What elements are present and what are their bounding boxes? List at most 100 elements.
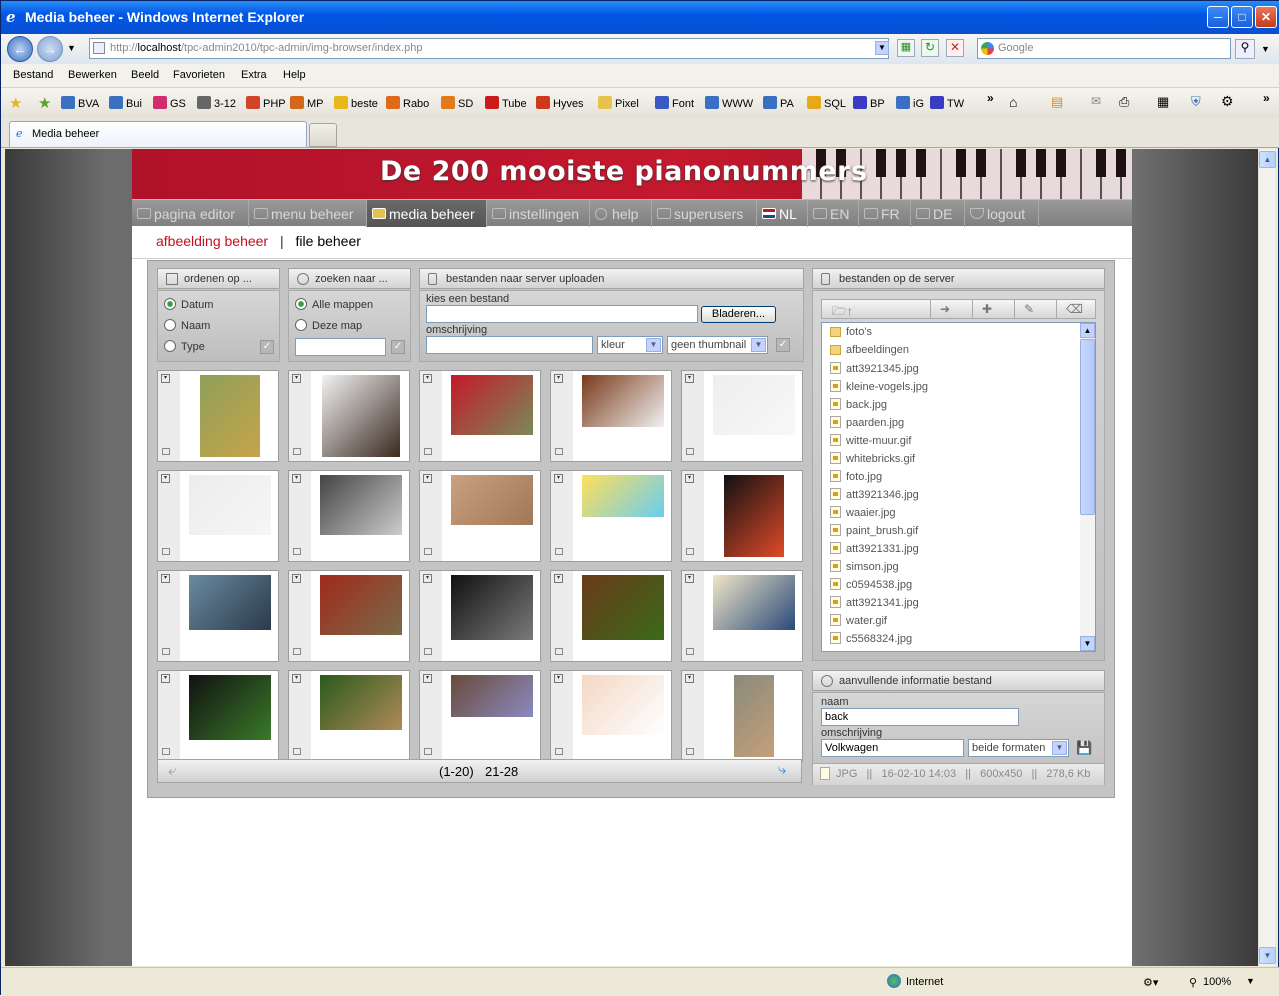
favorite-link-php[interactable]: PHP [246, 96, 286, 110]
file-item[interactable]: back.jpg [830, 398, 887, 416]
file-item[interactable]: water.gif [830, 614, 887, 632]
info-name-input[interactable]: back [821, 708, 1019, 726]
file-item[interactable]: att3921331.jpg [830, 542, 919, 560]
thumbnail-toggle-icon[interactable]: ▾ [423, 374, 432, 383]
favorite-link-bva[interactable]: BVA [61, 96, 99, 110]
favorite-link-3-12[interactable]: 3-12 [197, 96, 236, 110]
close-button[interactable]: ✕ [1255, 6, 1277, 28]
order-apply-check-icon[interactable]: ✓ [260, 340, 274, 354]
menu-bewerken[interactable]: Bewerken [68, 69, 117, 81]
file-item[interactable]: c5568324.jpg [830, 632, 912, 650]
nav-logout[interactable]: logout [965, 200, 1039, 227]
menu-bestand[interactable]: Bestand [13, 69, 53, 81]
minimize-button[interactable]: ─ [1207, 6, 1229, 28]
thumbnail-card[interactable]: ▾ [550, 470, 672, 562]
file-item[interactable]: whitebricks.gif [830, 452, 915, 470]
order-datum-radio[interactable]: Datum [164, 298, 213, 311]
favorite-link-sd[interactable]: SD [441, 96, 473, 110]
thumbnail-image-paint-brush[interactable] [724, 475, 784, 557]
thumbnail-toggle-icon[interactable]: ▾ [554, 474, 563, 483]
add-favorite-icon[interactable]: ★ [38, 94, 51, 112]
thumbnail-toggle-icon[interactable]: ▾ [554, 574, 563, 583]
upload-desc-input[interactable] [426, 336, 593, 354]
thumbnail-toggle-icon[interactable]: ▾ [161, 674, 170, 683]
page-scroll-up-icon[interactable]: ▲ [1259, 151, 1276, 168]
favorite-link-mp[interactable]: MP [290, 96, 324, 110]
save-disk-icon[interactable]: 💾 [1076, 740, 1092, 756]
file-item[interactable]: att3921341.jpg [830, 596, 919, 614]
subnav-file-beheer[interactable]: file beheer [296, 233, 361, 249]
next-page-arrow-icon[interactable]: ⤷ [778, 761, 786, 778]
file-item[interactable]: paarden.jpg [830, 416, 904, 434]
thumbnail-toggle-icon[interactable]: ▾ [161, 574, 170, 583]
search-input[interactable]: Google [977, 38, 1231, 59]
thumbnail-toggle-icon[interactable]: ▾ [292, 474, 301, 483]
file-item[interactable]: kleine-vogels.jpg [830, 380, 928, 398]
delete-icon[interactable]: ⌫ [1066, 302, 1083, 316]
thumbnail-card[interactable]: ▾ [157, 370, 279, 462]
file-item[interactable]: c0594538.jpg [830, 578, 912, 596]
menu-extra[interactable]: Extra [241, 69, 267, 81]
thumbnail-image-baby[interactable] [582, 675, 664, 735]
favorite-link-tw[interactable]: TW [930, 96, 964, 110]
favorite-link-bp[interactable]: BP [853, 96, 885, 110]
folder-item[interactable]: afbeeldingen [830, 344, 909, 362]
mail-icon[interactable]: ✉ [1091, 94, 1101, 108]
zoom-dropdown-icon[interactable]: ▼ [1246, 976, 1255, 986]
favorite-link-beste[interactable]: beste [334, 96, 378, 110]
search-apply-check-icon[interactable]: ✓ [391, 340, 405, 354]
favorite-link-ig[interactable]: iG [896, 96, 924, 110]
thumbnail-card[interactable]: ▾ [288, 470, 410, 562]
new-folder-icon[interactable]: ✚ [982, 302, 992, 316]
favorite-link-www[interactable]: WWW [705, 96, 753, 110]
address-input[interactable]: http://localhost/tpc-admin2010/tpc-admin… [89, 38, 889, 59]
favorites-star-icon[interactable]: ★ [9, 94, 22, 112]
info-desc-input[interactable]: Volkwagen [821, 739, 964, 757]
thumbnail-card[interactable]: ▾ [419, 670, 541, 762]
thumbnail-card[interactable]: ▾ [419, 570, 541, 662]
nav-menu-beheer[interactable]: menu beheer [249, 200, 367, 227]
thumbnail-card[interactable]: ▾ [550, 370, 672, 462]
history-dropdown-icon[interactable]: ▼ [67, 43, 76, 53]
thumbnail-toggle-icon[interactable]: ▾ [685, 374, 694, 383]
search-term-input[interactable] [295, 338, 386, 356]
page-menu-icon[interactable]: ▦ [1157, 94, 1169, 110]
file-item[interactable]: witte-muur.gif [830, 434, 911, 452]
nav-pagina-editor[interactable]: pagina editor [132, 200, 249, 227]
menu-favorieten[interactable]: Favorieten [173, 69, 225, 81]
tab-media-beheer[interactable]: e Media beheer [9, 121, 307, 147]
thumbnail-card[interactable]: ▾ [550, 670, 672, 762]
thumbnail-image-politicians[interactable] [451, 575, 533, 640]
file-item[interactable]: foto.jpg [830, 470, 882, 488]
nav-nl[interactable]: NL [757, 200, 808, 227]
thumbnail-card[interactable]: ▾ [288, 570, 410, 662]
thumbnail-toggle-icon[interactable]: ▾ [423, 574, 432, 583]
thumbnail-image-desert[interactable] [451, 475, 533, 525]
file-item[interactable]: paint_brush.gif [830, 524, 918, 542]
thumbnail-toggle-icon[interactable]: ▾ [423, 474, 432, 483]
thumbnail-image-wood-pile[interactable] [320, 675, 402, 730]
subnav-afbeelding-beheer[interactable]: afbeelding beheer [156, 233, 268, 249]
thumbnail-card[interactable]: ▾ [157, 570, 279, 662]
favorite-link-gs[interactable]: GS [153, 96, 186, 110]
thumbnail-toggle-icon[interactable]: ▾ [161, 474, 170, 483]
pager-next-link[interactable]: 21-28 [485, 764, 518, 779]
print-icon[interactable]: ⎙ [1119, 94, 1129, 110]
thumbnail-card[interactable]: ▾ [550, 570, 672, 662]
search-all-folders-radio[interactable]: Alle mappen [295, 298, 373, 311]
move-file-icon[interactable]: ➜ [940, 302, 950, 316]
nav-help[interactable]: help [590, 200, 652, 227]
menu-beeld[interactable]: Beeld [131, 69, 159, 81]
thumbnail-image-color-fan[interactable] [582, 475, 664, 517]
favorite-link-pa[interactable]: PA [763, 96, 794, 110]
compat-view-icon[interactable]: ▦ [897, 39, 915, 57]
thumbnail-select[interactable]: geen thumbnail ▼ [667, 336, 768, 354]
thumbnail-toggle-icon[interactable]: ▾ [554, 374, 563, 383]
nav-instellingen[interactable]: instellingen [487, 200, 590, 227]
search-options-icon[interactable]: ▼ [1261, 44, 1270, 54]
file-path-input[interactable] [426, 305, 698, 323]
thumbnail-image-congratulations[interactable] [189, 675, 271, 740]
thumbnail-image-dragonfly[interactable] [200, 375, 260, 457]
thumbnail-card[interactable]: ▾ [419, 370, 541, 462]
rename-icon[interactable]: ✎ [1024, 302, 1034, 316]
